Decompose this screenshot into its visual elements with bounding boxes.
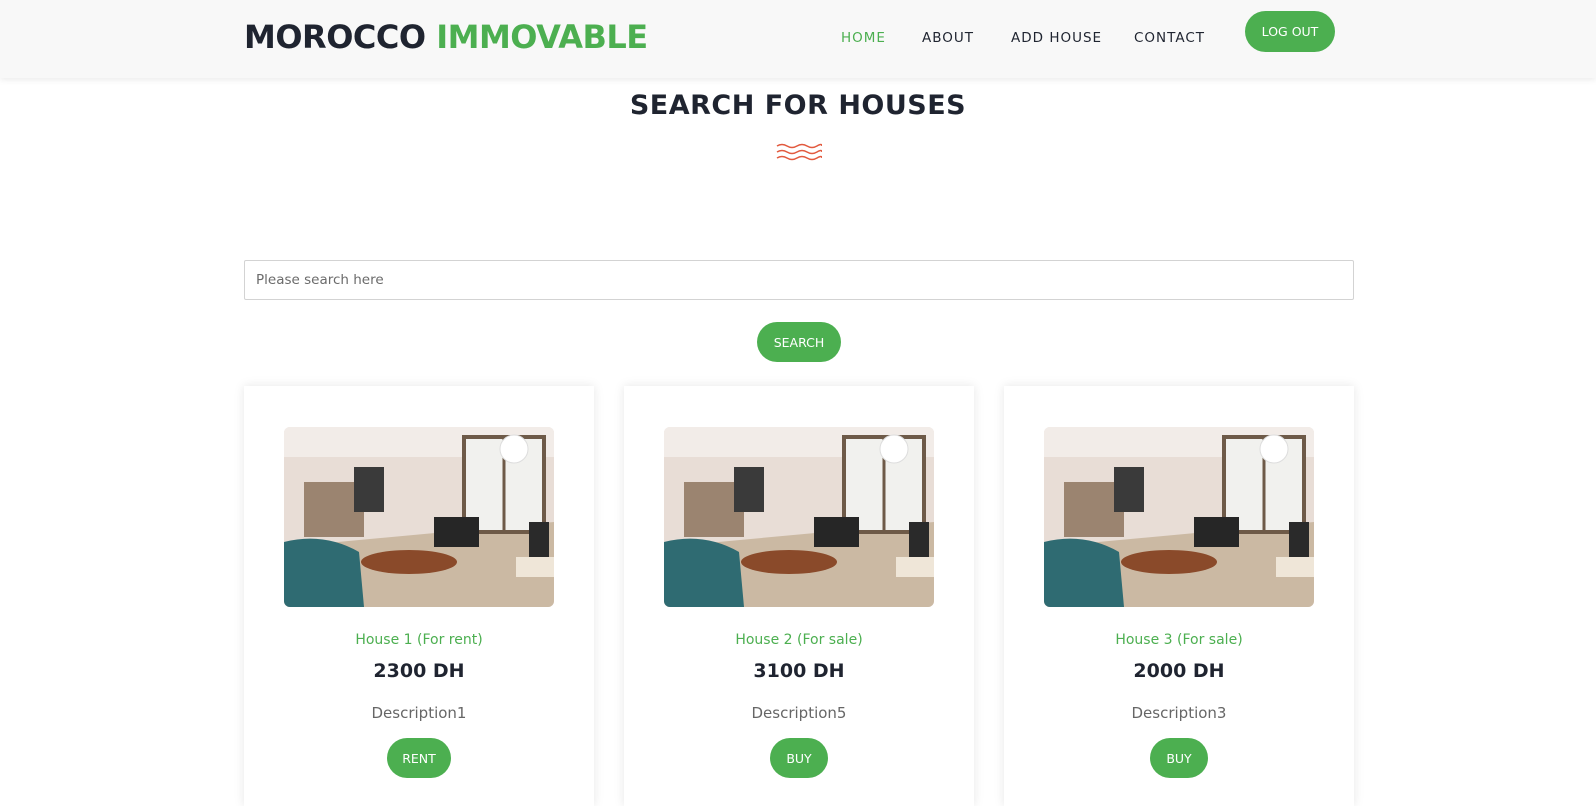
listing-card: House 2 (For sale) 3100 DH Description5 … xyxy=(624,386,974,806)
brand-logo[interactable]: MOROCCO IMMOVABLE xyxy=(244,18,648,56)
nav-about[interactable]: ABOUT xyxy=(922,30,974,46)
search-input[interactable] xyxy=(244,260,1354,300)
listing-description: Description1 xyxy=(371,704,467,722)
logout-button[interactable]: LOG OUT xyxy=(1245,11,1335,52)
nav-home[interactable]: HOME xyxy=(841,30,886,46)
nav-add-house[interactable]: ADD HOUSE xyxy=(1011,30,1102,46)
brand-part-1: MOROCCO xyxy=(244,18,426,56)
listing-card: House 3 (For sale) 2000 DH Description3 … xyxy=(1004,386,1354,806)
buy-button[interactable]: BUY xyxy=(1150,738,1208,778)
rent-button[interactable]: RENT xyxy=(387,738,451,778)
search-button[interactable]: SEARCH xyxy=(757,322,841,362)
page-title: SEARCH FOR HOUSES xyxy=(629,90,967,121)
listing-title[interactable]: House 1 (For rent) xyxy=(244,632,594,648)
listing-price: 2300 DH xyxy=(373,660,465,682)
listing-card: House 1 (For rent) 2300 DH Description1 … xyxy=(244,386,594,806)
brand-part-2: IMMOVABLE xyxy=(436,18,648,56)
wave-divider-icon xyxy=(776,143,822,161)
listing-price: 2000 DH xyxy=(1133,660,1225,682)
buy-button[interactable]: BUY xyxy=(770,738,828,778)
nav-contact[interactable]: CONTACT xyxy=(1134,30,1205,46)
navbar: MOROCCO IMMOVABLE HOME ABOUT ADD HOUSE C… xyxy=(0,0,1596,78)
listing-title[interactable]: House 2 (For sale) xyxy=(624,632,974,648)
house-photo xyxy=(284,427,554,607)
listing-price: 3100 DH xyxy=(753,660,845,682)
listing-description: Description3 xyxy=(1131,704,1227,722)
house-photo xyxy=(664,427,934,607)
listing-description: Description5 xyxy=(751,704,847,722)
house-photo xyxy=(1044,427,1314,607)
listing-title[interactable]: House 3 (For sale) xyxy=(1004,632,1354,648)
